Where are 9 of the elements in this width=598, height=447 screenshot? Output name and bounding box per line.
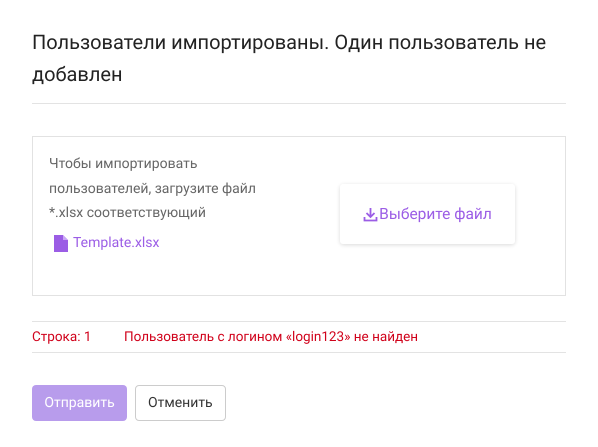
row-number: Строка: 1 [32,329,92,345]
template-link[interactable]: Template.xlsx [73,235,160,251]
instructions-text: Чтобы импортировать пользователей, загрузите файл *.xlsx соответствующий [49,155,257,223]
error-message: Пользователь с логином «login123» не найден [124,329,418,345]
file-icon [54,234,68,252]
choose-file-button[interactable]: Выберите файл [340,184,515,244]
download-icon [363,206,378,222]
dialog-title: Пользователи импортированы. Один пользователь не добавлен [32,29,548,88]
cancel-button[interactable]: Отменить [135,385,226,421]
